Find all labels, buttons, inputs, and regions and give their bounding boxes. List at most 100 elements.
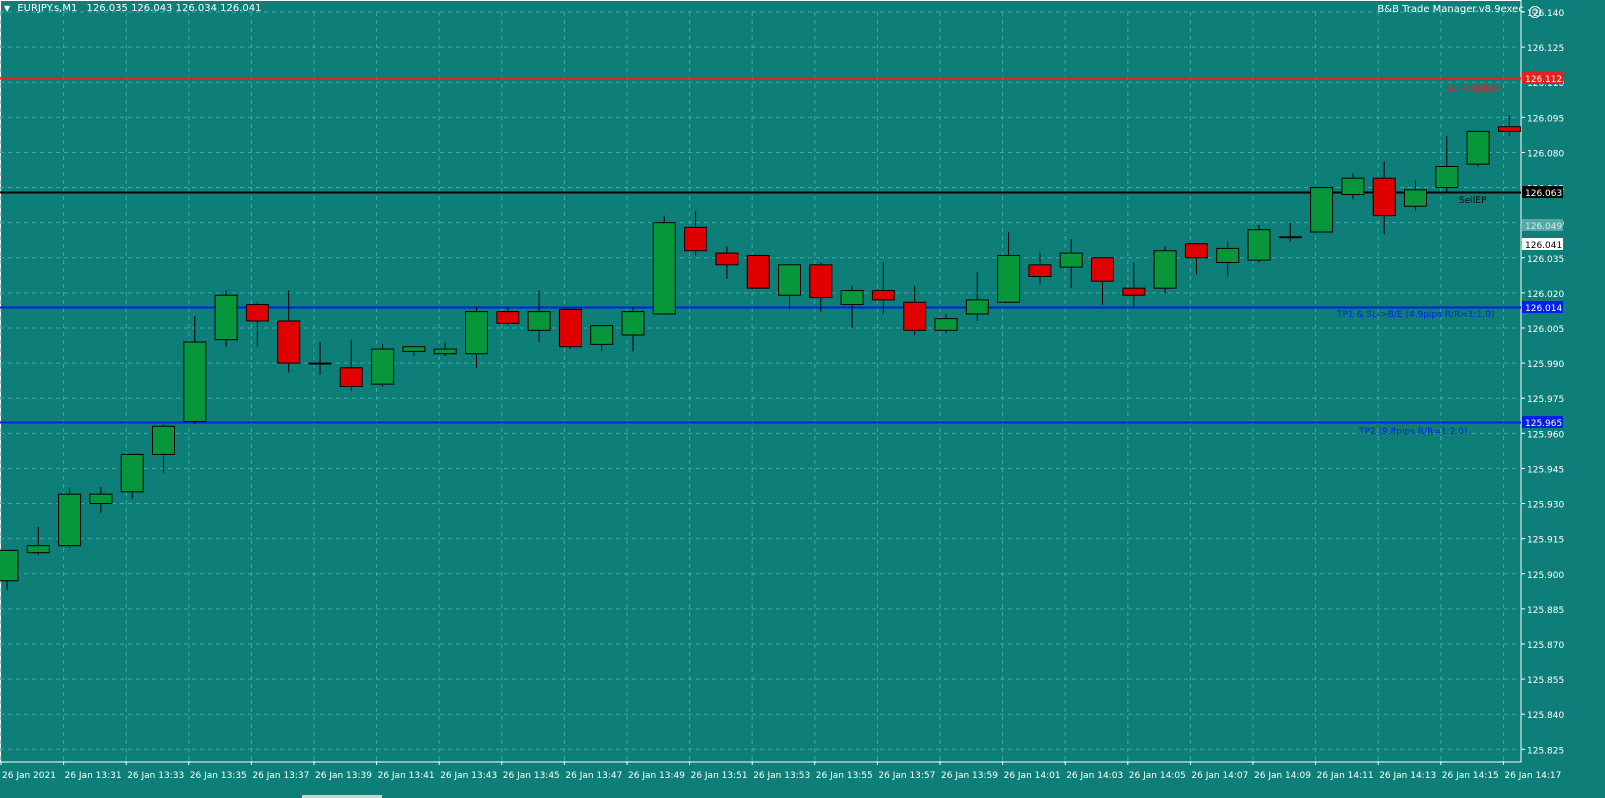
bearish-candle <box>1028 264 1052 277</box>
sell-entry-line-label: SellEP <box>1459 196 1487 206</box>
bullish-candle <box>58 493 82 547</box>
bullish-candle <box>308 362 332 365</box>
time-tick-label: 26 Jan 13:39 <box>315 771 372 781</box>
chart-window[interactable]: 126.140 126.125 126.110 126.095 126.080 126.0… <box>0 0 1605 798</box>
price-tick-label: 125.885 <box>1527 606 1564 616</box>
symbol-header: ▼ EURJPY.s,M1 126.035 126.043 126.034 12… <box>4 3 267 14</box>
bearish-candle <box>277 320 301 364</box>
time-tick-label: 26 Jan 2021 <box>2 771 56 781</box>
time-tick-label: 26 Jan 13:53 <box>753 771 810 781</box>
time-tick-label: 26 Jan 14:15 <box>1442 771 1499 781</box>
sell-entry-line-tag-text: 126.063 <box>1525 189 1562 199</box>
time-tick-label: 26 Jan 14:17 <box>1504 771 1561 781</box>
bearish-candle <box>558 308 582 348</box>
bullish-candle <box>214 294 238 341</box>
price-tick-label: 125.870 <box>1527 641 1564 651</box>
bullish-candle <box>1059 252 1083 268</box>
bullish-candle <box>1310 187 1334 233</box>
time-tick-label: 26 Jan 13:59 <box>941 771 998 781</box>
ohlc-values: 126.035 126.043 126.034 126.041 <box>86 3 262 14</box>
price-tick-label: 126.035 <box>1527 255 1564 265</box>
time-tick-label: 26 Jan 14:09 <box>1254 771 1311 781</box>
bullish-candle <box>652 222 676 315</box>
bullish-candle <box>89 493 113 505</box>
sl-line-label: SL (4.9pips) <box>1446 84 1500 94</box>
bullish-candle <box>1216 247 1240 263</box>
price-tick-label: 126.005 <box>1527 325 1564 335</box>
bearish-candle <box>809 264 833 299</box>
bullish-candle <box>1341 177 1365 196</box>
bullish-candle <box>1153 250 1177 289</box>
tp1-line-label: TP1 & SL->B/E (4.9pips R/R=1:1.0) <box>1336 310 1494 320</box>
bearish-candle <box>1372 177 1396 217</box>
time-tick-label: 26 Jan 14:05 <box>1129 771 1186 781</box>
time-tick-label: 26 Jan 13:57 <box>878 771 935 781</box>
bullish-candle <box>840 290 864 306</box>
bullish-candle <box>120 453 144 493</box>
bearish-candle <box>903 301 927 331</box>
bid-price-tag-text: 126.041 <box>1525 241 1562 251</box>
expert-advisor-name: B&B Trade Manager.v8.9exec <box>1377 4 1524 15</box>
bearish-candle <box>1091 257 1114 282</box>
ask-price-tag-text: 126.049 <box>1525 222 1562 232</box>
expert-advisor-label[interactable]: B&B Trade Manager.v8.9exec ☺ <box>1377 4 1541 18</box>
time-tick-label: 26 Jan 14:07 <box>1191 771 1248 781</box>
bearish-candle <box>871 290 895 301</box>
collapse-triangle-icon[interactable]: ▼ <box>4 4 10 13</box>
price-tick-label: 125.960 <box>1527 430 1564 440</box>
time-tick-label: 26 Jan 14:13 <box>1379 771 1436 781</box>
bearish-candle <box>1184 243 1208 259</box>
price-tick-label: 125.990 <box>1527 360 1564 370</box>
symbol-timeframe: EURJPY.s,M1 <box>17 3 78 14</box>
price-tick-label: 125.975 <box>1527 395 1564 405</box>
bearish-candle <box>245 304 269 322</box>
time-tick-label: 26 Jan 13:35 <box>190 771 247 781</box>
time-tick-label: 26 Jan 13:41 <box>378 771 435 781</box>
tp2-line-tag-text: 125.965 <box>1525 419 1562 429</box>
bullish-candle <box>371 348 395 385</box>
time-tick-label: 26 Jan 13:31 <box>65 771 122 781</box>
price-tick-label: 125.825 <box>1527 746 1564 756</box>
price-tick-label: 126.080 <box>1527 149 1564 159</box>
tp2-line-label: TP2 (9.8pips R/R=1:2.0) <box>1358 427 1467 437</box>
bullish-candle <box>1466 130 1490 165</box>
bearish-candle <box>746 254 770 289</box>
bullish-candle <box>26 545 50 554</box>
chart-plot-area[interactable]: 126.140126.125126.110126.095126.080126.0… <box>0 0 1605 798</box>
bearish-candle <box>715 252 739 266</box>
time-tick-label: 26 Jan 13:43 <box>440 771 497 781</box>
bullish-candle <box>965 299 989 315</box>
price-tick-label: 125.945 <box>1527 465 1564 475</box>
bearish-candle <box>339 367 363 387</box>
bearish-candle <box>1122 287 1146 296</box>
bullish-candle <box>997 254 1021 303</box>
time-tick-label: 26 Jan 14:11 <box>1317 771 1374 781</box>
bullish-candle <box>527 311 551 331</box>
price-tick-label: 125.915 <box>1527 536 1564 546</box>
price-tick-label: 126.095 <box>1527 114 1564 124</box>
bullish-candle <box>0 549 19 582</box>
time-tick-label: 26 Jan 13:37 <box>252 771 309 781</box>
price-tick-label: 125.855 <box>1527 676 1564 686</box>
bullish-candle <box>1278 236 1302 239</box>
time-tick-label: 26 Jan 13:45 <box>503 771 560 781</box>
bullish-candle <box>1404 189 1427 207</box>
bullish-candle <box>778 264 801 296</box>
price-tick-label: 126.125 <box>1527 44 1564 54</box>
bullish-candle <box>590 325 614 345</box>
price-tick-label: 125.840 <box>1527 711 1564 721</box>
bearish-candle <box>1497 126 1521 132</box>
price-tick-label: 126.020 <box>1527 290 1564 300</box>
plot-border <box>0 0 1522 763</box>
time-tick-label: 26 Jan 14:03 <box>1066 771 1123 781</box>
bullish-candle <box>152 425 175 455</box>
bullish-candle <box>402 346 426 352</box>
price-tick-label: 125.900 <box>1527 571 1564 581</box>
bullish-candle <box>465 311 488 355</box>
bearish-candle <box>496 311 520 324</box>
bullish-candle <box>433 348 457 355</box>
time-tick-label: 26 Jan 13:51 <box>691 771 748 781</box>
bullish-candle <box>1435 165 1459 189</box>
time-tick-label: 26 Jan 14:01 <box>1004 771 1061 781</box>
bullish-candle <box>621 311 645 336</box>
